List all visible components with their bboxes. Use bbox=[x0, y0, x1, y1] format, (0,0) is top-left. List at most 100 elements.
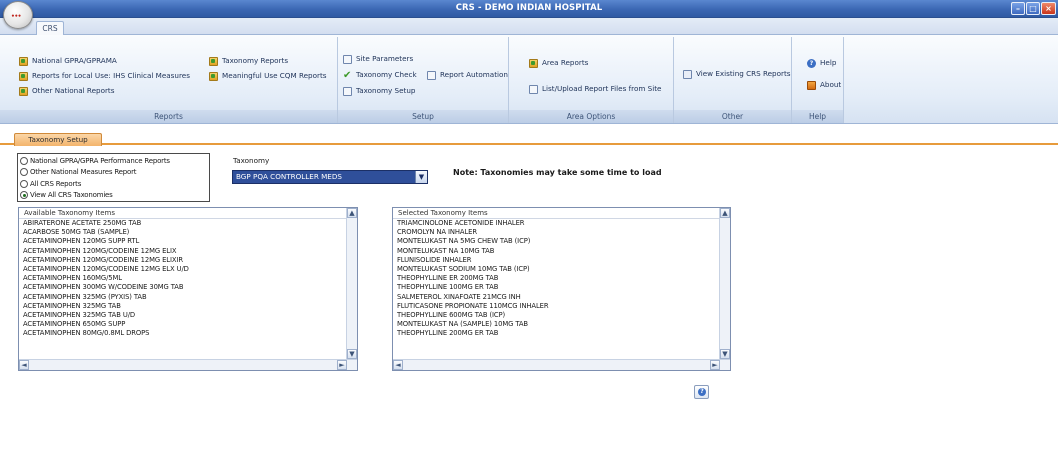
report-icon bbox=[209, 71, 218, 81]
document-icon bbox=[529, 84, 538, 94]
other-national-reports-button[interactable]: Other National Reports bbox=[19, 85, 190, 97]
list-item[interactable]: FLUNISOLIDE INHALER bbox=[393, 256, 730, 265]
taxonomy-setup-button[interactable]: Taxonomy Setup bbox=[343, 85, 417, 97]
list-item[interactable]: THEOPHYLLINE 600MG TAB (ICP) bbox=[393, 311, 730, 320]
scroll-right-icon[interactable]: ► bbox=[710, 360, 720, 370]
window-title: CRS - DEMO INDIAN HOSPITAL bbox=[455, 3, 603, 13]
minimize-button[interactable]: – bbox=[1011, 2, 1025, 15]
list-item[interactable]: THEOPHYLLINE ER 200MG TAB bbox=[393, 274, 730, 283]
taxonomy-selected-value: BGP PQA CONTROLLER MEDS bbox=[236, 172, 342, 181]
list-item[interactable]: ACETAMINOPHEN 120MG/CODEINE 12MG ELIX bbox=[19, 247, 357, 256]
list-item[interactable]: ACETAMINOPHEN 325MG (PYXIS) TAB bbox=[19, 293, 357, 302]
list-upload-report-files-button[interactable]: List/Upload Report Files from Site bbox=[529, 83, 661, 95]
area-reports-button[interactable]: Area Reports bbox=[529, 57, 661, 69]
list-item[interactable]: CROMOLYN NA INHALER bbox=[393, 228, 730, 237]
available-taxonomy-list[interactable]: Available Taxonomy Items ABIRATERONE ACE… bbox=[18, 207, 358, 371]
vertical-scrollbar[interactable]: ▲ ▼ bbox=[346, 208, 357, 360]
list-item[interactable]: MONTELUKAST NA (SAMPLE) 10MG TAB bbox=[393, 320, 730, 329]
report-viewer-icon bbox=[683, 69, 692, 79]
radio-button-selected[interactable] bbox=[20, 191, 28, 200]
horizontal-scrollbar[interactable]: ◄ ► bbox=[19, 359, 357, 370]
taxonomy-check-button[interactable]: ✔ Taxonomy Check bbox=[343, 69, 417, 81]
report-type-radio-group: National GPRA/GPRA Performance Reports O… bbox=[17, 153, 210, 202]
ribbon-group-help: ? Help About Help bbox=[792, 37, 844, 123]
report-icon bbox=[19, 86, 28, 96]
list-item[interactable]: ACETAMINOPHEN 325MG TAB bbox=[19, 302, 357, 311]
help-icon: ? bbox=[807, 58, 816, 68]
ribbon-tab-crs[interactable]: CRS bbox=[36, 21, 64, 36]
report-automation-button[interactable]: Report Automation bbox=[427, 69, 508, 81]
selected-rows: TRIAMCINOLONE ACETONIDE INHALER CROMOLYN … bbox=[393, 219, 730, 338]
list-item[interactable]: ACARBOSE 50MG TAB (SAMPLE) bbox=[19, 228, 357, 237]
list-item[interactable]: THEOPHYLLINE 100MG ER TAB bbox=[393, 283, 730, 292]
taxonomy-dropdown[interactable]: BGP PQA CONTROLLER MEDS ▼ bbox=[232, 170, 428, 184]
radio-button[interactable] bbox=[20, 156, 28, 165]
ribbon-group-setup: Site Parameters ✔ Taxonomy Check Taxonomy… bbox=[338, 37, 509, 123]
list-item[interactable]: ACETAMINOPHEN 120MG SUPP RTL bbox=[19, 237, 357, 246]
horizontal-scrollbar[interactable]: ◄ ► bbox=[393, 359, 730, 370]
report-icon bbox=[19, 56, 28, 66]
help-button[interactable]: ? Help bbox=[807, 57, 841, 69]
list-item[interactable]: ACETAMINOPHEN 300MG W/CODEINE 30MG TAB bbox=[19, 283, 357, 292]
site-parameters-button[interactable]: Site Parameters bbox=[343, 53, 417, 65]
info-button[interactable]: ? bbox=[694, 385, 709, 399]
local-use-reports-button[interactable]: Reports for Local Use: IHS Clinical Meas… bbox=[19, 70, 190, 82]
radio-other-national[interactable]: Other National Measures Report bbox=[20, 167, 209, 179]
list-item[interactable]: ABIRATERONE ACETATE 250MG TAB bbox=[19, 219, 357, 228]
report-icon bbox=[209, 56, 218, 66]
radio-button[interactable] bbox=[20, 168, 28, 177]
maximize-button[interactable]: □ bbox=[1026, 2, 1040, 15]
meaningful-use-cqm-button[interactable]: Meaningful Use CQM Reports bbox=[209, 70, 327, 82]
group-label-area-options: Area Options bbox=[509, 110, 673, 123]
ribbon-group-reports: National GPRA/GPRAMA Reports for Local U… bbox=[0, 37, 338, 123]
list-item[interactable]: ACETAMINOPHEN 120MG/CODEINE 12MG ELIXIR bbox=[19, 256, 357, 265]
list-item[interactable]: ACETAMINOPHEN 120MG/CODEINE 12MG ELX U/D bbox=[19, 265, 357, 274]
list-item[interactable]: ACETAMINOPHEN 650MG SUPP bbox=[19, 320, 357, 329]
national-gpra-button[interactable]: National GPRA/GPRAMA bbox=[19, 55, 190, 67]
list-item[interactable]: FLUTICASONE PROPIONATE 110MCG INHALER bbox=[393, 302, 730, 311]
list-item[interactable]: THEOPHYLLINE 200MG ER TAB bbox=[393, 329, 730, 338]
app-logo-icon: ••• bbox=[11, 13, 22, 20]
ribbon-group-area-options: Area Reports List/Upload Report Files fr… bbox=[509, 37, 674, 123]
group-label-setup: Setup bbox=[338, 110, 508, 123]
list-item[interactable]: TRIAMCINOLONE ACETONIDE INHALER bbox=[393, 219, 730, 228]
scroll-down-icon[interactable]: ▼ bbox=[720, 349, 730, 359]
chevron-down-icon[interactable]: ▼ bbox=[415, 171, 427, 183]
app-menu-button[interactable]: ••• bbox=[3, 1, 33, 29]
list-item[interactable]: MONTELUKAST SODIUM 10MG TAB (ICP) bbox=[393, 265, 730, 274]
ribbon-tab-strip bbox=[0, 18, 1058, 35]
scroll-left-icon[interactable]: ◄ bbox=[393, 360, 403, 370]
radio-view-all-taxonomies[interactable]: View All CRS Taxonomies bbox=[20, 190, 209, 202]
scroll-down-icon[interactable]: ▼ bbox=[347, 349, 357, 359]
radio-national-gpra[interactable]: National GPRA/GPRA Performance Reports bbox=[20, 155, 209, 167]
report-icon bbox=[529, 58, 538, 68]
list-item[interactable]: ACETAMINOPHEN 160MG/5ML bbox=[19, 274, 357, 283]
scroll-left-icon[interactable]: ◄ bbox=[19, 360, 29, 370]
list-item[interactable]: ACETAMINOPHEN 80MG/0.8ML DROPS bbox=[19, 329, 357, 338]
report-icon bbox=[19, 71, 28, 81]
taxonomy-label: Taxonomy bbox=[233, 156, 270, 165]
scroll-up-icon[interactable]: ▲ bbox=[347, 208, 357, 218]
checkmark-icon: ✔ bbox=[343, 69, 352, 81]
selected-list-header: Selected Taxonomy Items bbox=[393, 208, 730, 219]
content-tab-strip bbox=[0, 133, 1058, 145]
about-button[interactable]: About bbox=[807, 79, 841, 91]
close-button[interactable]: × bbox=[1041, 2, 1056, 15]
list-item[interactable]: SALMETEROL XINAFOATE 21MCG INH bbox=[393, 293, 730, 302]
vertical-scrollbar[interactable]: ▲ ▼ bbox=[719, 208, 730, 360]
list-item[interactable]: MONTELUKAST NA 5MG CHEW TAB (ICP) bbox=[393, 237, 730, 246]
scroll-right-icon[interactable]: ► bbox=[337, 360, 347, 370]
taxonomy-reports-button[interactable]: Taxonomy Reports bbox=[209, 55, 327, 67]
list-item[interactable]: ACETAMINOPHEN 325MG TAB U/D bbox=[19, 311, 357, 320]
help-icon: ? bbox=[698, 388, 706, 396]
selected-taxonomy-list[interactable]: Selected Taxonomy Items TRIAMCINOLONE AC… bbox=[392, 207, 731, 371]
tab-taxonomy-setup[interactable]: Taxonomy Setup bbox=[14, 133, 102, 146]
group-label-help: Help bbox=[792, 110, 843, 123]
radio-button[interactable] bbox=[20, 179, 28, 188]
list-item[interactable]: MONTELUKAST NA 10MG TAB bbox=[393, 247, 730, 256]
radio-all-crs-reports[interactable]: All CRS Reports bbox=[20, 178, 209, 190]
view-existing-crs-reports-button[interactable]: View Existing CRS Reports bbox=[683, 68, 791, 80]
about-icon bbox=[807, 80, 816, 90]
settings-doc-icon bbox=[343, 54, 352, 64]
scroll-up-icon[interactable]: ▲ bbox=[720, 208, 730, 218]
